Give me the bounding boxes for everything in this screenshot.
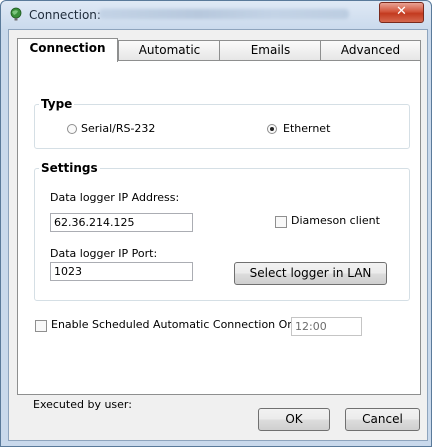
schedule-time-input[interactable]: 12:00 xyxy=(291,317,362,336)
type-group-legend: Type xyxy=(41,97,73,111)
schedule-label[interactable]: Enable Scheduled Automatic Connection On… xyxy=(51,318,298,331)
ip-port-input[interactable]: 1023 xyxy=(50,262,193,281)
tab-emails[interactable]: Emails xyxy=(219,40,322,61)
title-redacted-text xyxy=(99,9,349,19)
close-button[interactable]: ✕ xyxy=(379,2,424,23)
ethernet-radio-label[interactable]: Ethernet xyxy=(283,122,330,135)
diameson-checkbox[interactable] xyxy=(275,216,287,228)
window-title: Connection: xyxy=(29,8,101,22)
executed-by-label: Executed by user: xyxy=(33,398,132,411)
dialog-body: Connection Automatic Emails Advanced Typ… xyxy=(8,29,428,441)
ethernet-radio[interactable] xyxy=(267,124,277,134)
connection-dialog: Connection: ✕ Connection Automatic Email… xyxy=(0,0,432,447)
ip-port-label: Data logger IP Port: xyxy=(50,247,158,260)
serial-radio-label[interactable]: Serial/RS-232 xyxy=(81,122,155,135)
select-logger-button[interactable]: Select logger in LAN xyxy=(234,262,387,285)
ip-address-input[interactable]: 62.36.214.125 xyxy=(50,213,193,232)
ip-address-label: Data logger IP Address: xyxy=(50,191,180,204)
connection-tab-panel: Type Serial/RS-232 Ethernet Settings Dat… xyxy=(17,60,421,411)
tab-automatic[interactable]: Automatic xyxy=(118,40,221,61)
diameson-label[interactable]: Diameson client xyxy=(291,214,380,227)
tab-connection[interactable]: Connection xyxy=(17,38,118,62)
tab-advanced[interactable]: Advanced xyxy=(320,40,421,61)
globe-icon xyxy=(10,7,22,21)
cancel-button[interactable]: Cancel xyxy=(345,408,420,431)
title-bar[interactable]: Connection: ✕ xyxy=(1,1,431,29)
schedule-checkbox[interactable] xyxy=(35,320,47,332)
ok-button[interactable]: OK xyxy=(258,408,330,431)
settings-group-legend: Settings xyxy=(41,161,98,175)
serial-radio[interactable] xyxy=(67,124,77,134)
